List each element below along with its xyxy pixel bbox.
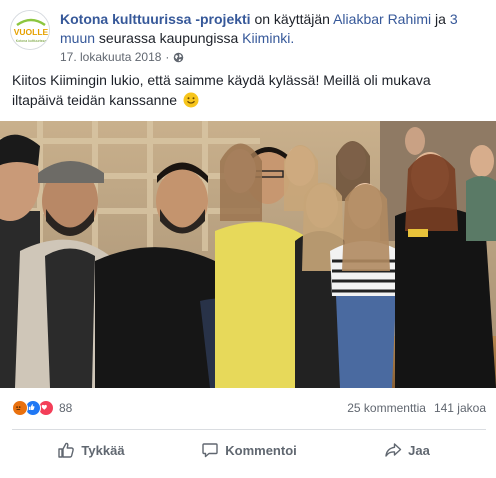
comment-button[interactable]: Kommentoi [170,433,328,467]
post-message: Kiitos Kiimingin lukio, että saimme käyd… [12,72,431,108]
share-button[interactable]: Jaa [328,433,486,467]
reaction-summary[interactable]: 88 [12,400,72,416]
group-photo-image [0,121,496,388]
like-label: Tykkää [81,442,125,458]
post-header: VUOLLE Kotona kulttuurissa Kotona kulttu… [10,10,488,64]
post-actions: Tykkää Kommentoi Jaa [12,433,486,467]
comment-label: Kommentoi [225,442,297,458]
reaction-count: 88 [59,401,73,415]
header-text-location: seurassa kaupungissa [95,30,243,46]
comments-count[interactable]: 25 kommenttia [347,401,426,415]
comment-share-counts: 25 kommenttia 141 jakoa [347,401,486,415]
location-link[interactable]: Kiiminki. [242,30,294,46]
vuolle-logo: VUOLLE Kotona kulttuurissa [11,11,49,49]
post-stats: 88 25 kommenttia 141 jakoa [12,398,486,420]
share-arrow-icon [385,443,402,457]
comment-icon [202,443,218,458]
post-date[interactable]: 17. lokakuuta 2018 [60,50,161,64]
angry-reaction-icon [12,400,28,416]
shares-count[interactable]: 141 jakoa [434,401,486,415]
thumbs-up-icon [58,442,75,458]
post-text: Kiitos Kiimingin lukio, että saimme käyd… [12,70,482,110]
smiley-icon [183,92,199,108]
svg-text:VUOLLE: VUOLLE [14,27,49,37]
header-text-mid: on käyttäjän [250,11,334,27]
globe-icon[interactable] [173,52,184,63]
actions-divider [12,429,486,430]
page-name-link[interactable]: Kotona kulttuurissa -projekti [60,11,251,27]
page-avatar[interactable]: VUOLLE Kotona kulttuurissa [10,10,50,50]
facebook-post: VUOLLE Kotona kulttuurissa Kotona kulttu… [0,0,496,478]
post-header-text: Kotona kulttuurissa -projekti on käyttäj… [60,10,488,48]
post-photo[interactable] [0,121,496,388]
meta-separator: · [165,50,170,64]
share-label: Jaa [408,442,430,458]
author-link[interactable]: Aliakbar Rahimi [333,11,431,27]
post-meta: 17. lokakuuta 2018 · [60,50,184,64]
svg-text:Kotona kulttuurissa: Kotona kulttuurissa [16,39,47,43]
header-text-and: ja [431,11,450,27]
like-button[interactable]: Tykkää [12,433,170,467]
